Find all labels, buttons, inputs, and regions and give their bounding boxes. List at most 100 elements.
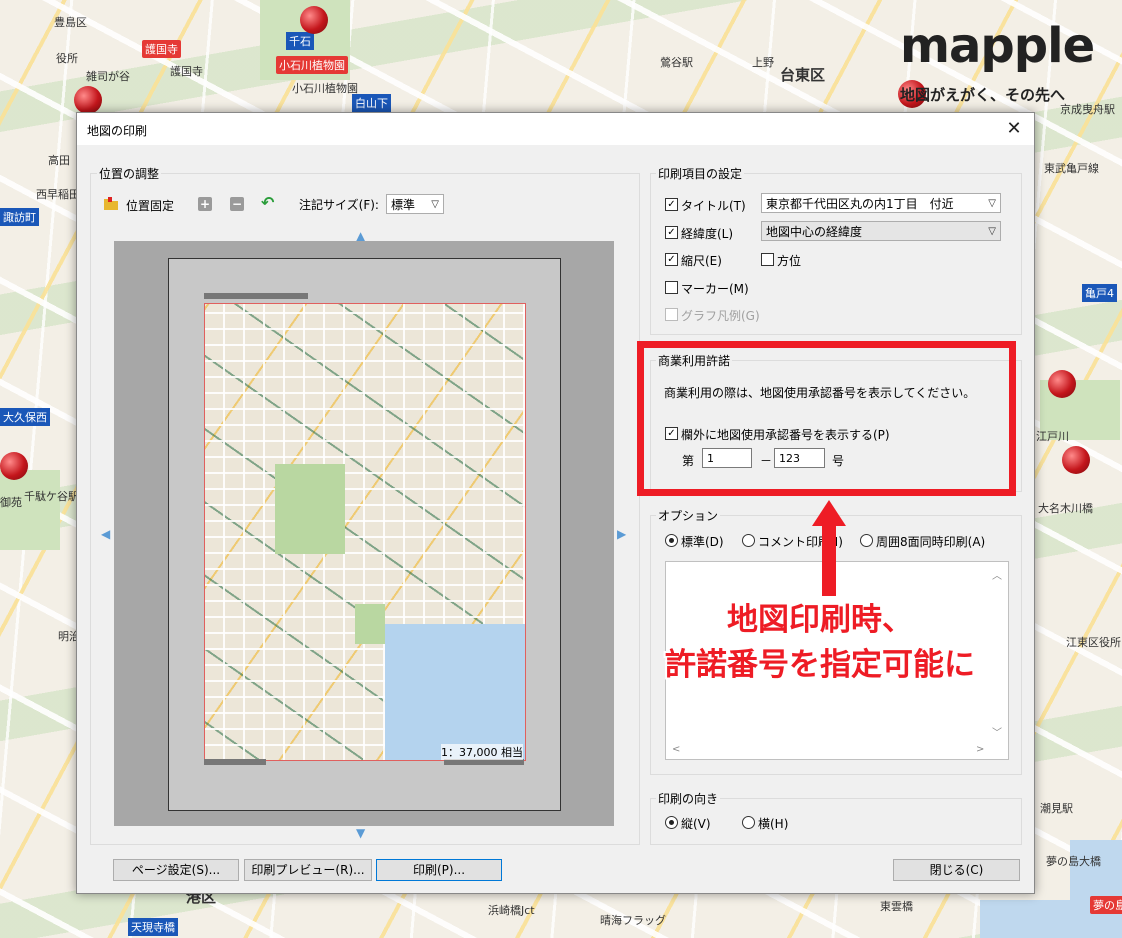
footer-bar-left	[204, 759, 266, 765]
map-label: 白山下	[352, 94, 391, 112]
scroll-down-icon[interactable]: ▼	[356, 826, 365, 840]
map-label: 西早稲田	[36, 188, 80, 201]
map-label: 役所	[56, 52, 78, 65]
scale-label: 縮尺(E)	[681, 254, 722, 268]
park-area	[355, 604, 385, 644]
orientation-label: 印刷の向き	[656, 790, 721, 807]
map-label: 大久保西	[0, 408, 50, 426]
map-label: 千石	[286, 32, 314, 50]
standard-radio[interactable]	[665, 534, 678, 547]
zoom-out-icon[interactable]: −	[230, 197, 244, 211]
preview-map[interactable]	[204, 303, 526, 761]
map-label: 京成曳舟駅	[1060, 103, 1115, 116]
dialog-titlebar: 地図の印刷 ✕	[77, 113, 1034, 145]
textarea-scroll-left-icon[interactable]: <	[672, 744, 680, 755]
direction-checkbox[interactable]	[761, 253, 774, 266]
map-label: 高田	[48, 154, 70, 167]
map-label: 大名木川橋	[1038, 502, 1093, 515]
graph-legend-checkbox	[665, 308, 678, 321]
scroll-left-icon[interactable]: ◀	[101, 527, 110, 541]
bay-area	[385, 624, 525, 760]
note-size-label: 注記サイズ(F):	[299, 198, 379, 212]
title-select[interactable]: 東京都千代田区丸の内1丁目 付近 ▽	[761, 193, 1001, 213]
map-label: 御苑	[0, 496, 22, 509]
map-label: 諏訪町	[0, 208, 39, 226]
map-label: 小石川植物園	[292, 82, 358, 95]
map-label: 千駄ケ谷駅	[24, 490, 79, 503]
close-button[interactable]: 閉じる(C)	[893, 859, 1020, 881]
comment-print-radio[interactable]	[742, 534, 755, 547]
map-label: 浜崎橋Jct	[488, 904, 535, 917]
annotation-callout: 地図印刷時、 許諾番号を指定可能に	[640, 598, 1000, 688]
surround-print-radio[interactable]	[860, 534, 873, 547]
map-label: 亀戸4	[1082, 284, 1117, 302]
scale-checkbox[interactable]: ✓	[665, 253, 678, 266]
reset-icon[interactable]: ↶	[261, 193, 274, 212]
note-size-value: 標準	[391, 198, 416, 212]
latlon-select[interactable]: 地図中心の経緯度 ▽	[761, 221, 1001, 241]
chevron-down-icon: ▽	[988, 226, 996, 237]
chevron-down-icon: ▽	[431, 199, 439, 210]
title-value: 東京都千代田区丸の内1丁目 付近	[766, 197, 954, 211]
map-label: 護国寺	[170, 65, 203, 78]
textarea-scroll-down-icon[interactable]: ﹀	[992, 724, 1002, 739]
park-area	[0, 470, 60, 550]
map-label: 護国寺	[142, 40, 181, 58]
close-icon[interactable]: ✕	[1002, 117, 1026, 141]
map-pin[interactable]	[0, 452, 28, 480]
chevron-down-icon: ▽	[988, 198, 996, 209]
map-label: 晴海フラッグ	[600, 914, 666, 927]
fix-position-label[interactable]: 位置固定	[126, 197, 174, 214]
scale-text: 1：37,000 相当	[441, 744, 523, 760]
latlon-label: 経緯度(L)	[681, 227, 734, 241]
annotation-line-1: 地図印刷時、	[727, 602, 913, 638]
portrait-radio[interactable]	[665, 816, 678, 829]
map-label: 夢の島大橋	[1046, 855, 1101, 868]
portrait-label: 縦(V)	[681, 817, 711, 831]
map-label: 上野	[752, 56, 774, 69]
print-items-label: 印刷項目の設定	[656, 165, 745, 182]
park-area	[275, 464, 345, 554]
map-label: 夢の島	[1090, 896, 1122, 914]
map-label: 豊島区	[54, 16, 87, 29]
dialog-title: 地図の印刷	[87, 124, 148, 138]
landscape-radio[interactable]	[742, 816, 755, 829]
textarea-scroll-right-icon[interactable]: >	[976, 744, 984, 755]
map-pin[interactable]	[74, 86, 102, 114]
scroll-right-icon[interactable]: ▶	[617, 527, 626, 541]
position-group-label: 位置の調整	[97, 165, 162, 182]
map-pin[interactable]	[1062, 446, 1090, 474]
latlon-value: 地図中心の経緯度	[766, 225, 863, 239]
map-pin[interactable]	[300, 6, 328, 34]
arrow-shaft	[822, 520, 836, 596]
zoom-in-icon[interactable]: +	[198, 197, 212, 211]
map-label: 東武亀戸線	[1044, 162, 1099, 175]
header-bar	[204, 293, 308, 299]
marker-label: マーカー(M)	[681, 282, 749, 296]
options-label: オプション	[656, 507, 721, 524]
latlon-checkbox[interactable]: ✓	[665, 226, 678, 239]
map-label: 江東区役所	[1066, 636, 1121, 649]
map-label: 東雲橋	[880, 900, 913, 913]
standard-label: 標準(D)	[681, 535, 724, 549]
surround-print-label: 周囲8面同時印刷(A)	[876, 535, 986, 549]
map-label: 台東区	[780, 66, 826, 84]
map-label: 潮見駅	[1040, 802, 1073, 815]
print-preview-button[interactable]: 印刷プレビュー(R)...	[244, 859, 372, 881]
note-size-select[interactable]: 標準 ▽	[386, 194, 444, 214]
annotation-line-2: 許諾番号を指定可能に	[665, 647, 975, 683]
map-label: 江戸川	[1036, 430, 1069, 443]
marker-checkbox[interactable]	[665, 281, 678, 294]
print-button[interactable]: 印刷(P)...	[376, 859, 502, 881]
map-pin[interactable]	[1048, 370, 1076, 398]
textarea-scroll-up-icon[interactable]: ︿	[992, 567, 1002, 582]
map-label: 雑司が谷	[86, 70, 130, 83]
title-checkbox[interactable]: ✓	[665, 198, 678, 211]
map-label: 小石川植物園	[276, 56, 348, 74]
highlight-box	[637, 341, 1016, 496]
mapple-logo: mapple	[900, 18, 1095, 74]
graph-legend-label: グラフ凡例(G)	[681, 309, 760, 323]
tagline: 地図がえがく、その先へ	[900, 86, 1066, 104]
map-label: 鶯谷駅	[660, 56, 693, 69]
page-setup-button[interactable]: ページ設定(S)...	[113, 859, 239, 881]
